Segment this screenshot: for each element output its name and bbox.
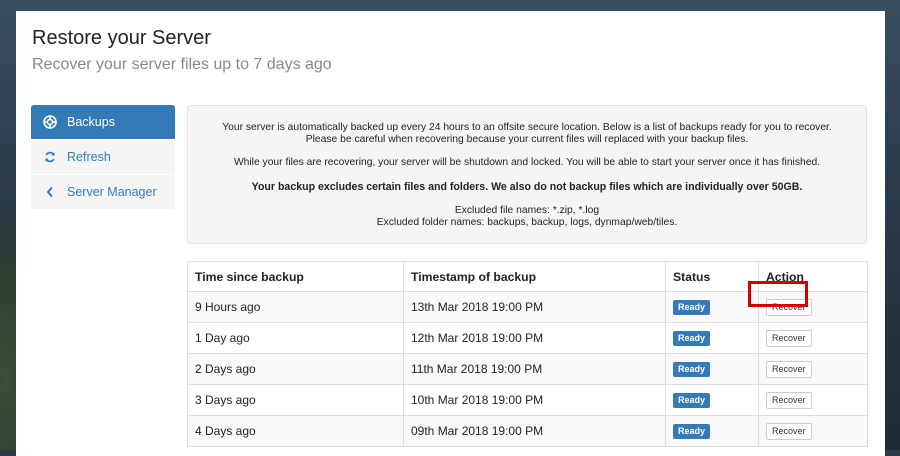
cell-timestamp: 13th Mar 2018 19:00 PM bbox=[403, 291, 666, 323]
sidebar-item-label: Refresh bbox=[67, 150, 111, 164]
column-header-status: Status bbox=[665, 261, 759, 292]
cell-time-since: 9 Hours ago bbox=[187, 291, 404, 323]
cell-action: Recover bbox=[758, 384, 868, 416]
sidebar-item-refresh[interactable]: Refresh bbox=[31, 140, 175, 174]
excluded-folders-text: Excluded folder names: backups, backup, … bbox=[376, 217, 678, 228]
info-text: While your files are recovering, your se… bbox=[233, 157, 821, 168]
lifebuoy-icon bbox=[43, 115, 57, 129]
recover-button[interactable]: Recover bbox=[766, 360, 812, 378]
recover-button[interactable]: Recover bbox=[766, 422, 812, 440]
status-badge: Ready bbox=[673, 331, 711, 346]
cell-action: Recover bbox=[758, 322, 868, 354]
cell-action: Recover bbox=[758, 415, 868, 447]
table-row: 4 Days ago 09th Mar 2018 19:00 PM Ready … bbox=[187, 415, 868, 447]
status-badge: Ready bbox=[673, 300, 711, 315]
info-warning-text: Your backup excludes certain files and f… bbox=[251, 181, 803, 193]
refresh-icon bbox=[43, 150, 57, 164]
cell-timestamp: 09th Mar 2018 19:00 PM bbox=[403, 415, 666, 447]
cell-action: Recover bbox=[758, 353, 868, 385]
table-row: 3 Days ago 10th Mar 2018 19:00 PM Ready … bbox=[187, 384, 868, 416]
cell-timestamp: 10th Mar 2018 19:00 PM bbox=[403, 384, 666, 416]
cell-status: Ready bbox=[665, 415, 759, 447]
table-row: 2 Days ago 11th Mar 2018 19:00 PM Ready … bbox=[187, 353, 868, 385]
column-header-time-since: Time since backup bbox=[187, 261, 404, 292]
sidebar-nav: Backups Refresh Server Manager bbox=[31, 105, 175, 210]
table-row: 1 Day ago 12th Mar 2018 19:00 PM Ready R… bbox=[187, 322, 868, 354]
highlight-box bbox=[748, 281, 808, 307]
column-header-timestamp: Timestamp of backup bbox=[403, 261, 666, 292]
status-badge: Ready bbox=[673, 424, 711, 439]
cell-time-since: 4 Days ago bbox=[187, 415, 404, 447]
cell-timestamp: 11th Mar 2018 19:00 PM bbox=[403, 353, 666, 385]
cell-status: Ready bbox=[665, 322, 759, 354]
cell-status: Ready bbox=[665, 353, 759, 385]
info-text: Please be careful when recovering becaus… bbox=[305, 134, 749, 145]
sidebar-item-server-manager[interactable]: Server Manager bbox=[31, 175, 175, 209]
chevron-left-icon bbox=[43, 185, 57, 199]
page-subtitle: Recover your server files up to 7 days a… bbox=[32, 56, 332, 73]
sidebar-item-backups[interactable]: Backups bbox=[31, 105, 175, 139]
sidebar-item-label: Server Manager bbox=[67, 185, 157, 199]
backup-info-box: Your server is automatically backed up e… bbox=[187, 105, 867, 244]
recover-button[interactable]: Recover bbox=[766, 329, 812, 347]
info-text: Your server is automatically backed up e… bbox=[222, 122, 832, 133]
cell-time-since: 3 Days ago bbox=[187, 384, 404, 416]
excluded-files-text: Excluded file names: *.zip, *.log bbox=[454, 205, 600, 216]
cell-status: Ready bbox=[665, 291, 759, 323]
sidebar-item-label: Backups bbox=[67, 115, 115, 129]
status-badge: Ready bbox=[673, 393, 711, 408]
page-title: Restore your Server bbox=[32, 27, 211, 49]
cell-time-since: 1 Day ago bbox=[187, 322, 404, 354]
status-badge: Ready bbox=[673, 362, 711, 377]
restore-panel: Restore your Server Recover your server … bbox=[16, 11, 885, 456]
cell-status: Ready bbox=[665, 384, 759, 416]
recover-button[interactable]: Recover bbox=[766, 391, 812, 409]
cell-timestamp: 12th Mar 2018 19:00 PM bbox=[403, 322, 666, 354]
cell-time-since: 2 Days ago bbox=[187, 353, 404, 385]
